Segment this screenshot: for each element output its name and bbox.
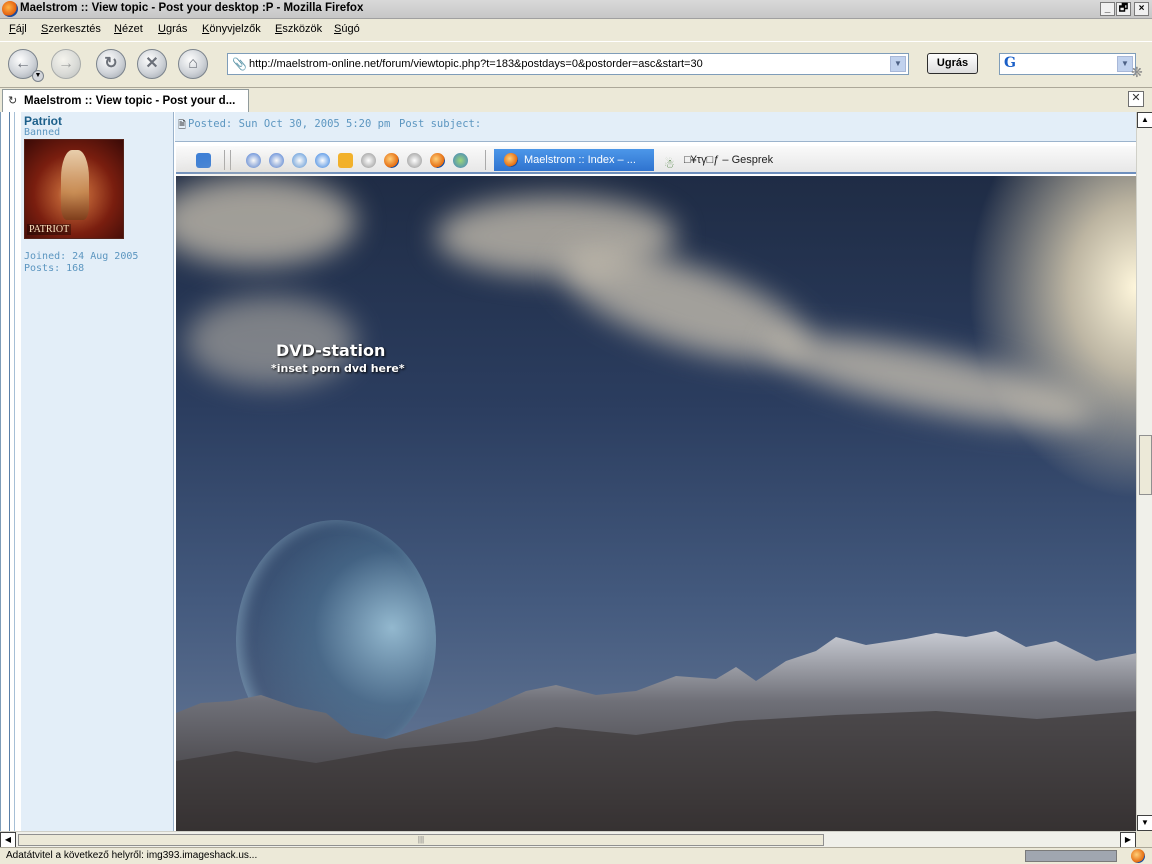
network-icon — [292, 153, 307, 168]
tab-strip: ↻ Maelstrom :: View topic - Post your d.… — [0, 87, 1152, 112]
author-name[interactable]: Patriot — [24, 114, 62, 128]
post-author-column: Patriot Banned PATRIOT Joined: 24 Aug 20… — [21, 112, 174, 831]
firefox-status-icon[interactable] — [1131, 849, 1145, 863]
window-title: Maelstrom :: View topic - Post your desk… — [20, 2, 364, 14]
throbber-icon: ❋ — [1131, 64, 1143, 80]
taskbar-task-chat: ☃ □¥τγ□ƒ – Gesprek — [662, 149, 822, 171]
desktop-screenshot-image: Maelstrom :: Index – ... ☃ □¥τγ□ƒ – Gesp… — [176, 146, 1136, 831]
dvd-station-label: DVD-station — [276, 341, 386, 360]
firefox-logo-icon — [2, 1, 18, 17]
menu-bookmarks[interactable]: Könyvjelzők — [202, 23, 261, 35]
vertical-scroll-thumb[interactable] — [1139, 435, 1152, 495]
reload-icon: ↻ — [104, 55, 118, 72]
google-search-icon[interactable]: G — [1004, 55, 1016, 71]
taskbar-separator — [230, 150, 231, 170]
loading-progress-bar — [1025, 850, 1117, 862]
table-border — [9, 112, 10, 831]
vertical-scrollbar[interactable]: ▲ ▼ — [1136, 112, 1152, 831]
wallpaper: DVD-station *inset porn dvd here* — [176, 176, 1136, 831]
cloud — [176, 176, 356, 266]
tab-active[interactable]: ↻ Maelstrom :: View topic - Post your d.… — [2, 89, 249, 112]
drive-icon-2 — [407, 153, 422, 168]
taskbar-separator — [485, 150, 486, 170]
post-date: Posted: Sun Oct 30, 2005 5:20 pm — [188, 118, 391, 130]
home-icon: ⌂ — [188, 55, 198, 72]
desktop-taskbar: Maelstrom :: Index – ... ☃ □¥τγ□ƒ – Gesp… — [176, 146, 1136, 174]
post-subject: Post subject: — [399, 118, 482, 130]
firefox-icon — [384, 153, 399, 168]
menu-view[interactable]: Nézet — [114, 23, 143, 35]
tab-label: Maelstrom :: View topic - Post your d... — [24, 95, 236, 107]
url-bar[interactable]: 📎 http://maelstrom-online.net/forum/view… — [227, 53, 909, 75]
mountains — [176, 631, 1136, 831]
loading-icon: ↻ — [8, 95, 18, 107]
back-arrow-icon: ← — [15, 55, 31, 72]
home-button[interactable]: ⌂ — [178, 49, 208, 79]
title-bar: Maelstrom :: View topic - Post your desk… — [0, 0, 1152, 19]
close-button[interactable]: × — [1134, 2, 1149, 16]
menu-go[interactable]: Ugrás — [158, 23, 187, 35]
menu-edit[interactable]: Szerkesztés — [41, 23, 101, 35]
media-player-icon-2 — [269, 153, 284, 168]
minimize-button[interactable]: _ — [1100, 2, 1115, 16]
author-post-count: Posts: 168 — [24, 263, 85, 274]
table-border-inner — [14, 112, 15, 831]
stop-icon: ✕ — [145, 55, 159, 72]
menu-file[interactable]: Fájl — [9, 23, 27, 35]
scrollbar-corner — [1136, 831, 1152, 847]
url-text[interactable]: http://maelstrom-online.net/forum/viewto… — [249, 58, 703, 70]
messenger-icon — [315, 153, 330, 168]
close-tab-button[interactable]: ✕ — [1128, 91, 1144, 107]
post-icon[interactable]: 🗎 — [178, 118, 186, 135]
apple-icon — [196, 153, 211, 168]
taskbar-separator — [224, 150, 225, 170]
media-player-icon — [246, 153, 261, 168]
firefox-icon — [504, 153, 518, 167]
scroll-right-arrow[interactable]: ▶ — [1120, 832, 1136, 848]
navigation-toolbar: ← ▼ → ↻ ✕ ⌂ 📎 http://maelstrom-online.ne… — [0, 41, 1152, 87]
post-header: 🗎 Posted: Sun Oct 30, 2005 5:20 pm Post … — [175, 112, 1136, 142]
forward-arrow-icon: → — [58, 55, 74, 72]
forward-button[interactable]: → — [51, 49, 81, 79]
go-button[interactable]: Ugrás — [927, 53, 978, 74]
status-text: Adatátvitel a következő helyről: img393.… — [6, 850, 258, 861]
stop-button[interactable]: ✕ — [137, 49, 167, 79]
scroll-up-arrow[interactable]: ▲ — [1137, 112, 1152, 128]
avatar: PATRIOT — [24, 139, 124, 239]
taskbar-task-maelstrom: Maelstrom :: Index – ... — [494, 149, 654, 171]
url-history-dropdown[interactable]: ▼ — [890, 56, 906, 72]
page-icon: 📎 — [232, 57, 247, 71]
horizontal-scroll-thumb[interactable]: ||| — [18, 834, 824, 846]
status-bar: Adatátvitel a következő helyről: img393.… — [0, 847, 1152, 864]
people-icon — [453, 153, 468, 168]
dvd-station-caption: *inset porn dvd here* — [271, 362, 405, 375]
firefox-icon-2 — [430, 153, 445, 168]
menu-tools[interactable]: Eszközök — [275, 23, 322, 35]
maximize-button[interactable]: 🗗 — [1116, 2, 1131, 16]
cloud — [763, 317, 1099, 445]
author-rank: Banned — [24, 127, 61, 138]
horizontal-scrollbar[interactable]: ◀ ||| ▶ — [0, 831, 1136, 848]
taskbar-task-label: Maelstrom :: Index – ... — [524, 154, 636, 166]
menu-bar: Fájl Szerkesztés Nézet Ugrás Könyvjelzők… — [0, 19, 1152, 41]
avatar-signature: PATRIOT — [27, 224, 72, 235]
taskbar-task-label-2: □¥τγ□ƒ – Gesprek — [684, 154, 774, 166]
scroll-down-arrow[interactable]: ▼ — [1137, 815, 1152, 831]
menu-help[interactable]: Súgó — [334, 23, 360, 35]
messenger-user-icon: ☃ — [664, 157, 675, 171]
drive-icon — [361, 153, 376, 168]
avatar-figure — [61, 150, 89, 220]
search-box[interactable]: G ▼ — [999, 53, 1136, 75]
clock-icon — [338, 153, 353, 168]
reload-button[interactable]: ↻ — [96, 49, 126, 79]
author-joined: Joined: 24 Aug 2005 — [24, 251, 139, 262]
page-content: Patriot Banned PATRIOT Joined: 24 Aug 20… — [0, 112, 1136, 831]
scroll-left-arrow[interactable]: ◀ — [0, 832, 16, 848]
back-history-dropdown[interactable]: ▼ — [32, 70, 44, 82]
